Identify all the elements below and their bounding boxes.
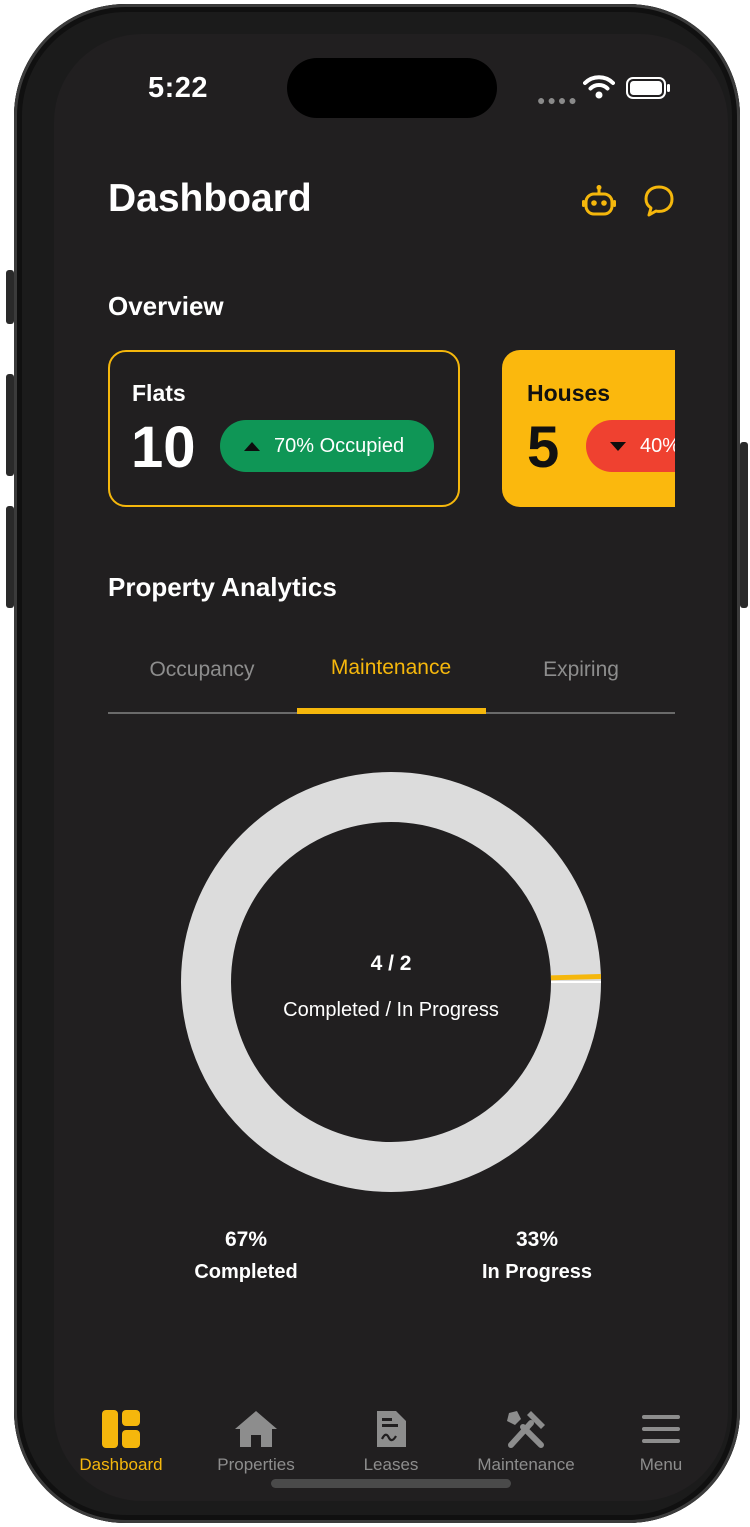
volume-up-button <box>6 374 14 476</box>
flats-label: Flats <box>132 380 186 406</box>
silent-switch <box>6 270 14 324</box>
menu-icon <box>642 1415 680 1443</box>
volume-down-button <box>6 506 14 608</box>
donut-slice-boundary-completed <box>550 974 601 981</box>
tabbar-dashboard[interactable]: Dashboard <box>56 1409 186 1489</box>
tab-active-indicator <box>297 708 486 714</box>
houses-occupancy-text: 40% <box>640 434 675 457</box>
home-icon <box>235 1411 277 1447</box>
in-progress-percent: 33% <box>515 1228 559 1251</box>
tab-occupancy[interactable]: Occupancy <box>107 658 297 682</box>
tab-expiring[interactable]: Expiring <box>486 658 676 682</box>
maintenance-donut-chart <box>181 772 601 1192</box>
analytics-title: Property Analytics <box>108 572 337 602</box>
dashboard-icon <box>102 1410 140 1448</box>
houses-occupancy-badge: 40% <box>586 420 675 472</box>
donut-center-value: 4 / 2 <box>370 952 412 975</box>
app-screen: 5:22 ●●●● Dashboard Overview Flats 10 70… <box>54 34 728 1501</box>
flats-occupancy-badge: 70% Occupied <box>220 420 434 472</box>
tabbar-menu[interactable]: Menu <box>596 1409 726 1489</box>
in-progress-label: In Progress <box>481 1261 593 1283</box>
flats-occupancy-text: 70% Occupied <box>274 434 405 457</box>
houses-label: Houses <box>527 380 611 406</box>
houses-count: 5 <box>527 415 560 480</box>
tabbar-maintenance-label: Maintenance <box>477 1455 575 1474</box>
tools-icon <box>507 1411 545 1448</box>
tabbar-properties-label: Properties <box>217 1455 295 1474</box>
tabbar-leases[interactable]: Leases <box>326 1409 456 1489</box>
power-button <box>740 442 748 608</box>
document-icon <box>377 1411 406 1447</box>
donut-ring <box>181 772 601 1192</box>
tabbar-properties[interactable]: Properties <box>191 1409 321 1489</box>
home-indicator <box>271 1479 511 1488</box>
tabbar-dashboard-label: Dashboard <box>79 1455 163 1474</box>
phone-frame: 5:22 ●●●● Dashboard Overview Flats 10 70… <box>14 4 740 1523</box>
tabbar-menu-label: Menu <box>639 1455 683 1474</box>
flats-count: 10 <box>131 415 196 480</box>
trend-up-icon <box>244 441 260 451</box>
tab-maintenance[interactable]: Maintenance <box>296 656 486 680</box>
tabbar-maintenance[interactable]: Maintenance <box>461 1409 591 1489</box>
tabbar-leases-label: Leases <box>363 1455 419 1474</box>
completed-percent: 67% <box>224 1228 268 1251</box>
donut-center-label: Completed / In Progress <box>283 999 499 1021</box>
trend-down-icon <box>610 441 626 451</box>
completed-label: Completed <box>194 1261 298 1283</box>
